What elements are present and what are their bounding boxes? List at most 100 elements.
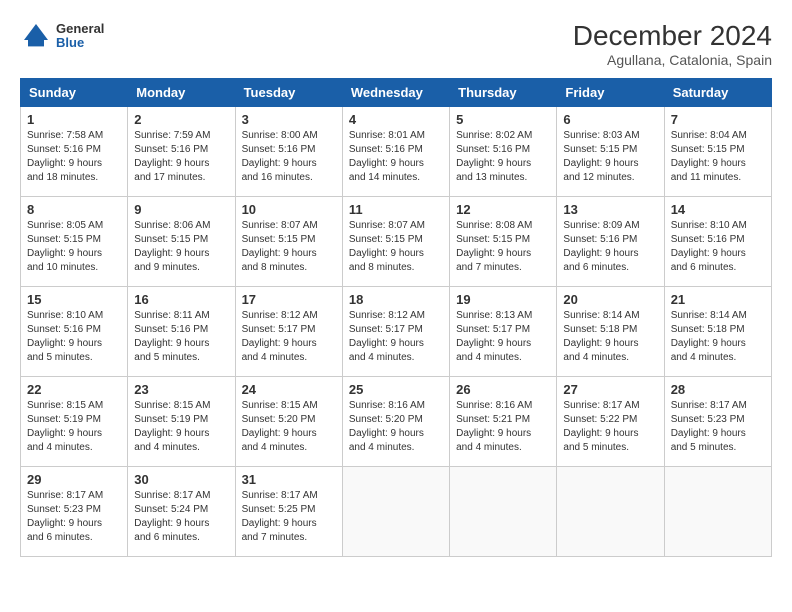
day-info: Sunrise: 8:05 AM Sunset: 5:15 PM Dayligh… [27,219,121,275]
day-info: Sunrise: 8:15 AM Sunset: 5:19 PM Dayligh… [134,399,228,455]
table-row: 30 Sunrise: 8:17 AM Sunset: 5:24 PM Dayl… [128,467,235,557]
table-row: 28 Sunrise: 8:17 AM Sunset: 5:23 PM Dayl… [664,377,771,467]
day-number: 17 [242,292,336,307]
day-number: 6 [563,112,657,127]
day-number: 18 [349,292,443,307]
day-info: Sunrise: 8:06 AM Sunset: 5:15 PM Dayligh… [134,219,228,275]
calendar-row: 22 Sunrise: 8:15 AM Sunset: 5:19 PM Dayl… [21,377,772,467]
table-row: 23 Sunrise: 8:15 AM Sunset: 5:19 PM Dayl… [128,377,235,467]
day-info: Sunrise: 8:16 AM Sunset: 5:21 PM Dayligh… [456,399,550,455]
calendar-row: 29 Sunrise: 8:17 AM Sunset: 5:23 PM Dayl… [21,467,772,557]
day-number: 12 [456,202,550,217]
day-info: Sunrise: 8:10 AM Sunset: 5:16 PM Dayligh… [671,219,765,275]
page-subtitle: Agullana, Catalonia, Spain [573,52,772,68]
day-info: Sunrise: 8:00 AM Sunset: 5:16 PM Dayligh… [242,129,336,185]
table-row: 18 Sunrise: 8:12 AM Sunset: 5:17 PM Dayl… [342,287,449,377]
col-thursday: Thursday [450,79,557,107]
table-row: 14 Sunrise: 8:10 AM Sunset: 5:16 PM Dayl… [664,197,771,287]
table-row: 20 Sunrise: 8:14 AM Sunset: 5:18 PM Dayl… [557,287,664,377]
day-number: 13 [563,202,657,217]
table-row [557,467,664,557]
day-number: 9 [134,202,228,217]
day-number: 15 [27,292,121,307]
day-info: Sunrise: 8:07 AM Sunset: 5:15 PM Dayligh… [242,219,336,275]
table-row: 15 Sunrise: 8:10 AM Sunset: 5:16 PM Dayl… [21,287,128,377]
day-info: Sunrise: 8:17 AM Sunset: 5:23 PM Dayligh… [27,489,121,545]
table-row: 10 Sunrise: 8:07 AM Sunset: 5:15 PM Dayl… [235,197,342,287]
table-row: 26 Sunrise: 8:16 AM Sunset: 5:21 PM Dayl… [450,377,557,467]
table-row: 19 Sunrise: 8:13 AM Sunset: 5:17 PM Dayl… [450,287,557,377]
day-info: Sunrise: 8:01 AM Sunset: 5:16 PM Dayligh… [349,129,443,185]
col-wednesday: Wednesday [342,79,449,107]
day-number: 20 [563,292,657,307]
day-number: 3 [242,112,336,127]
calendar-table: Sunday Monday Tuesday Wednesday Thursday… [20,78,772,557]
day-info: Sunrise: 8:11 AM Sunset: 5:16 PM Dayligh… [134,309,228,365]
day-number: 11 [349,202,443,217]
table-row: 11 Sunrise: 8:07 AM Sunset: 5:15 PM Dayl… [342,197,449,287]
table-row: 12 Sunrise: 8:08 AM Sunset: 5:15 PM Dayl… [450,197,557,287]
day-info: Sunrise: 8:12 AM Sunset: 5:17 PM Dayligh… [242,309,336,365]
day-number: 1 [27,112,121,127]
day-number: 28 [671,382,765,397]
calendar-row: 15 Sunrise: 8:10 AM Sunset: 5:16 PM Dayl… [21,287,772,377]
table-row: 13 Sunrise: 8:09 AM Sunset: 5:16 PM Dayl… [557,197,664,287]
logo-blue: Blue [56,36,104,50]
day-info: Sunrise: 8:14 AM Sunset: 5:18 PM Dayligh… [671,309,765,365]
day-info: Sunrise: 8:15 AM Sunset: 5:19 PM Dayligh… [27,399,121,455]
day-number: 25 [349,382,443,397]
day-info: Sunrise: 8:16 AM Sunset: 5:20 PM Dayligh… [349,399,443,455]
day-number: 29 [27,472,121,487]
title-block: December 2024 Agullana, Catalonia, Spain [573,20,772,68]
page-title: December 2024 [573,20,772,52]
day-number: 5 [456,112,550,127]
day-info: Sunrise: 7:59 AM Sunset: 5:16 PM Dayligh… [134,129,228,185]
day-number: 16 [134,292,228,307]
table-row: 6 Sunrise: 8:03 AM Sunset: 5:15 PM Dayli… [557,107,664,197]
day-info: Sunrise: 8:15 AM Sunset: 5:20 PM Dayligh… [242,399,336,455]
table-row: 24 Sunrise: 8:15 AM Sunset: 5:20 PM Dayl… [235,377,342,467]
table-row: 22 Sunrise: 8:15 AM Sunset: 5:19 PM Dayl… [21,377,128,467]
day-info: Sunrise: 8:03 AM Sunset: 5:15 PM Dayligh… [563,129,657,185]
calendar-row: 1 Sunrise: 7:58 AM Sunset: 5:16 PM Dayli… [21,107,772,197]
table-row [450,467,557,557]
table-row: 1 Sunrise: 7:58 AM Sunset: 5:16 PM Dayli… [21,107,128,197]
day-info: Sunrise: 8:04 AM Sunset: 5:15 PM Dayligh… [671,129,765,185]
logo-icon [20,20,52,52]
day-number: 8 [27,202,121,217]
day-info: Sunrise: 8:12 AM Sunset: 5:17 PM Dayligh… [349,309,443,365]
day-info: Sunrise: 8:02 AM Sunset: 5:16 PM Dayligh… [456,129,550,185]
table-row [342,467,449,557]
day-number: 4 [349,112,443,127]
day-number: 21 [671,292,765,307]
day-info: Sunrise: 8:13 AM Sunset: 5:17 PM Dayligh… [456,309,550,365]
day-number: 26 [456,382,550,397]
col-tuesday: Tuesday [235,79,342,107]
table-row: 16 Sunrise: 8:11 AM Sunset: 5:16 PM Dayl… [128,287,235,377]
day-number: 24 [242,382,336,397]
table-row: 31 Sunrise: 8:17 AM Sunset: 5:25 PM Dayl… [235,467,342,557]
col-monday: Monday [128,79,235,107]
day-number: 22 [27,382,121,397]
day-info: Sunrise: 8:08 AM Sunset: 5:15 PM Dayligh… [456,219,550,275]
day-number: 31 [242,472,336,487]
table-row: 9 Sunrise: 8:06 AM Sunset: 5:15 PM Dayli… [128,197,235,287]
day-number: 2 [134,112,228,127]
day-info: Sunrise: 8:10 AM Sunset: 5:16 PM Dayligh… [27,309,121,365]
table-row: 29 Sunrise: 8:17 AM Sunset: 5:23 PM Dayl… [21,467,128,557]
table-row: 4 Sunrise: 8:01 AM Sunset: 5:16 PM Dayli… [342,107,449,197]
day-info: Sunrise: 8:17 AM Sunset: 5:22 PM Dayligh… [563,399,657,455]
day-number: 27 [563,382,657,397]
day-number: 19 [456,292,550,307]
logo: General Blue [20,20,104,52]
col-saturday: Saturday [664,79,771,107]
day-info: Sunrise: 8:07 AM Sunset: 5:15 PM Dayligh… [349,219,443,275]
logo-text: General Blue [56,22,104,51]
logo-general: General [56,22,104,36]
day-number: 7 [671,112,765,127]
table-row: 3 Sunrise: 8:00 AM Sunset: 5:16 PM Dayli… [235,107,342,197]
calendar-row: 8 Sunrise: 8:05 AM Sunset: 5:15 PM Dayli… [21,197,772,287]
table-row: 7 Sunrise: 8:04 AM Sunset: 5:15 PM Dayli… [664,107,771,197]
table-row: 27 Sunrise: 8:17 AM Sunset: 5:22 PM Dayl… [557,377,664,467]
col-sunday: Sunday [21,79,128,107]
